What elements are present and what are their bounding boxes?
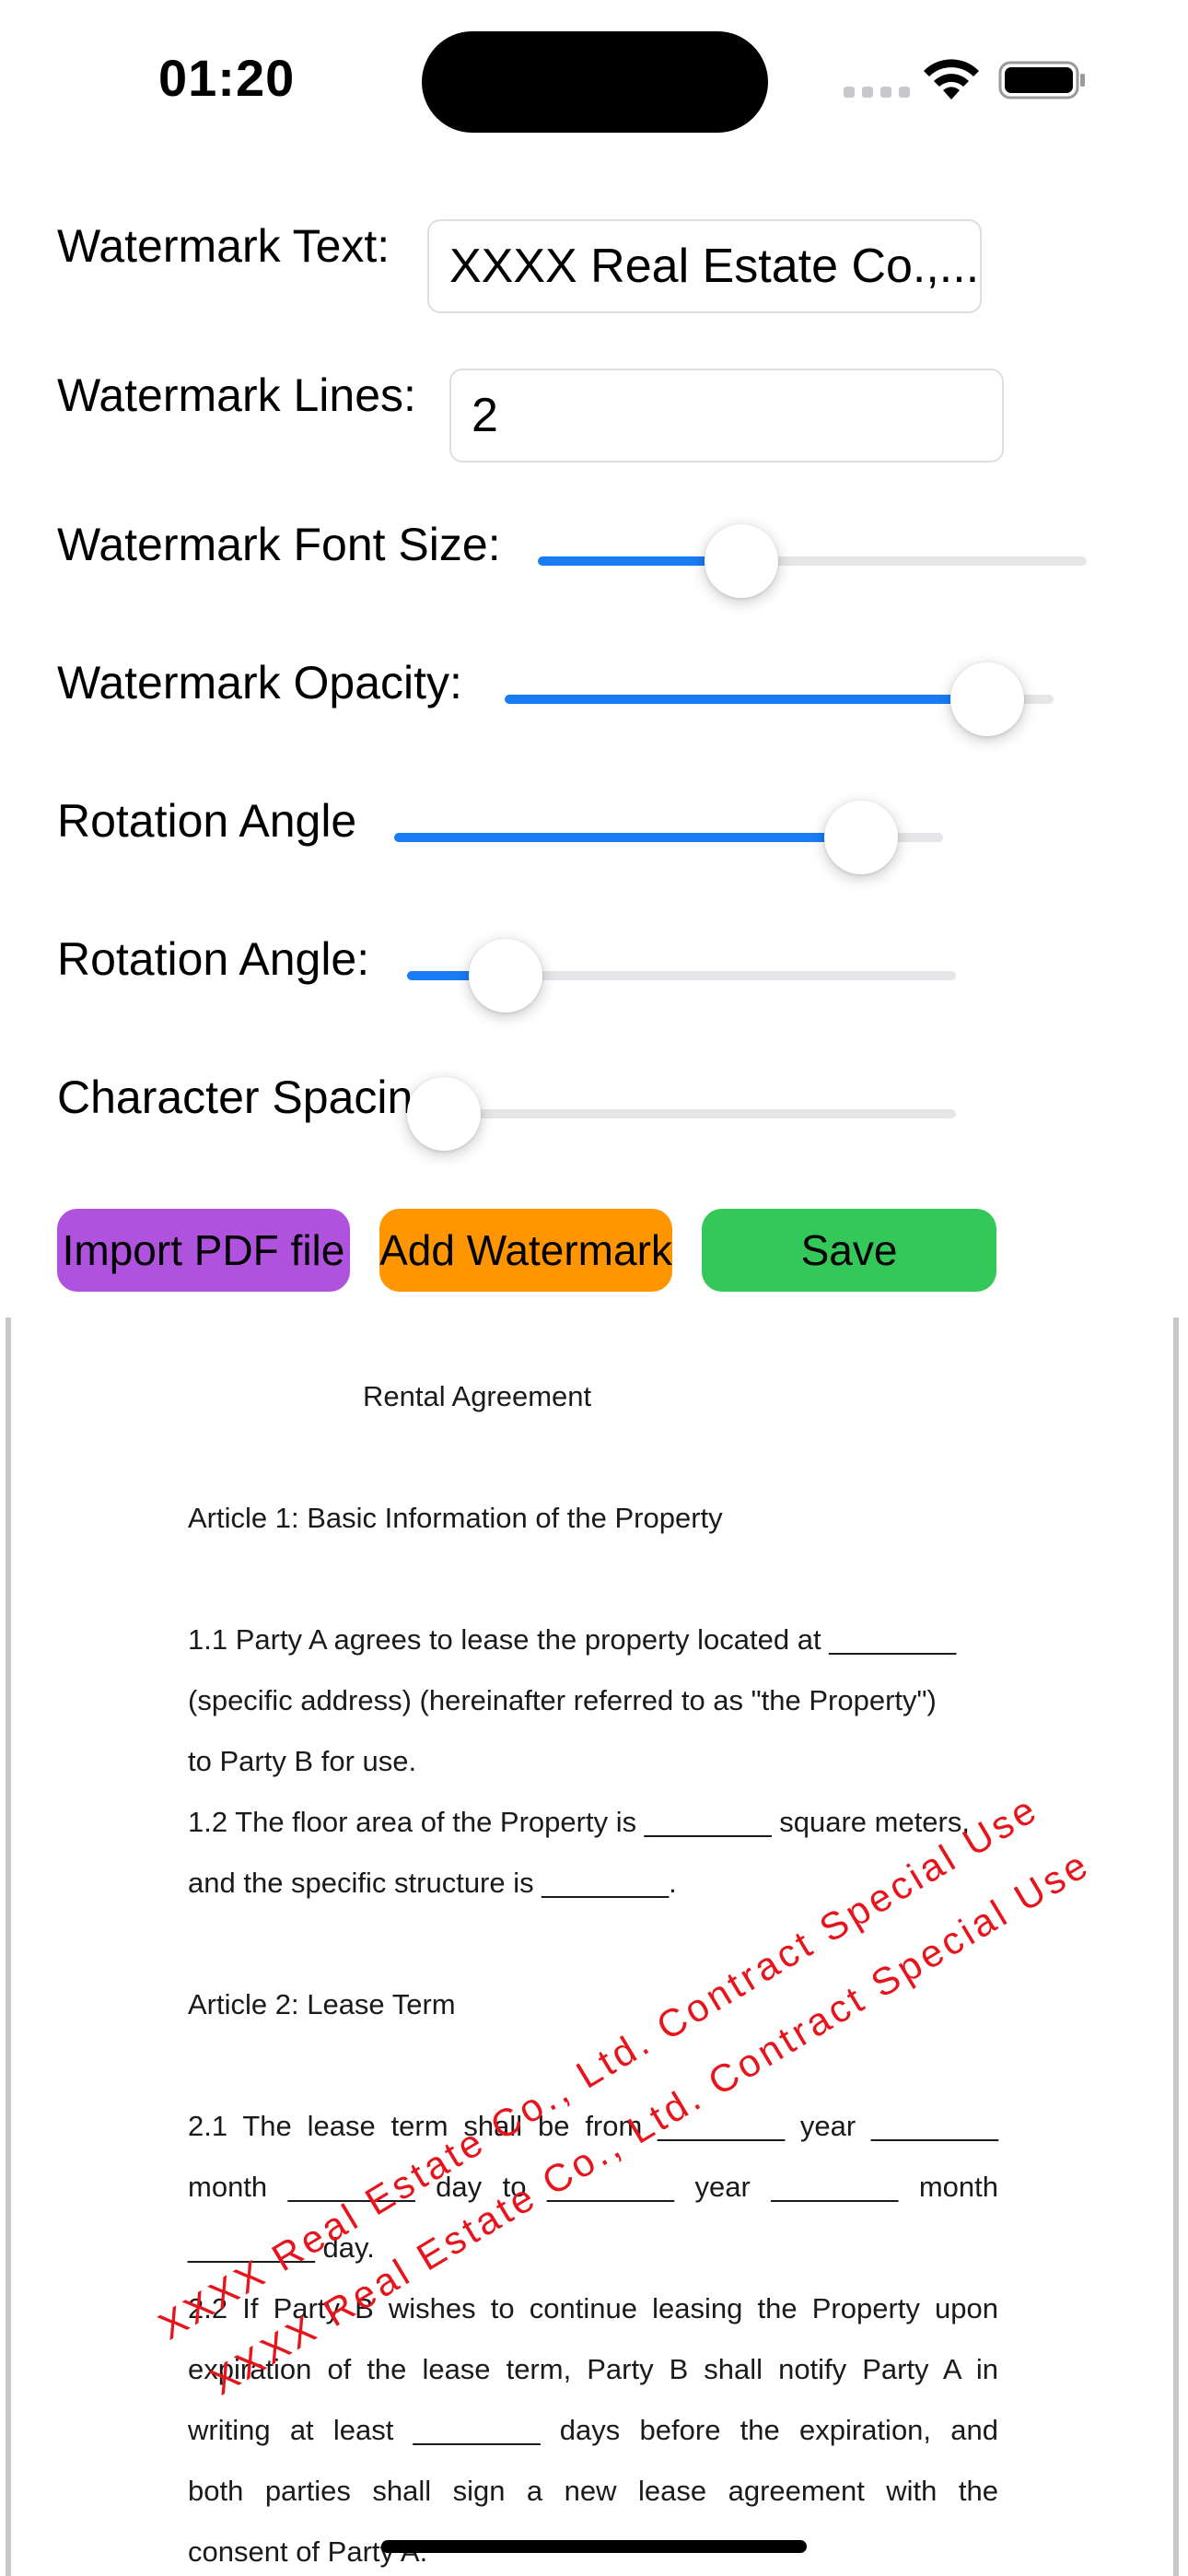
- paragraph-line: writing at least ________ days before th…: [188, 2414, 998, 2446]
- article-1-heading: Article 1: Basic Information of the Prop…: [188, 1502, 723, 1534]
- opacity-slider[interactable]: [505, 662, 1054, 736]
- pdf-view-left-edge: [6, 1317, 11, 2576]
- rotation-angle-slider-thumb[interactable]: [823, 801, 898, 874]
- watermark-lines-input[interactable]: 2: [449, 369, 1004, 463]
- rotation-angle-label: Rotation Angle: [57, 795, 357, 847]
- battery-icon: [998, 61, 1085, 100]
- cellular-signal-icon: [844, 87, 910, 98]
- font-size-slider-thumb[interactable]: [704, 524, 778, 598]
- dynamic-island: [422, 31, 768, 133]
- watermark-lines-value: 2: [472, 389, 498, 442]
- opacity-slider-thumb[interactable]: [950, 662, 1025, 736]
- character-spacing-slider-thumb[interactable]: [407, 1077, 481, 1151]
- document-title: Rental Agreement: [363, 1380, 592, 1412]
- paragraph-line: to Party B for use.: [188, 1745, 417, 1777]
- add-watermark-button-label: Add Watermark: [379, 1226, 672, 1274]
- rotation-angle-2-label: Rotation Angle:: [57, 933, 370, 985]
- rotation-angle-2-slider-thumb[interactable]: [469, 939, 543, 1013]
- character-spacing-slider[interactable]: [407, 1077, 956, 1151]
- character-spacing-label: Character Spacing:: [57, 1071, 452, 1123]
- import-pdf-button-label: Import PDF file: [62, 1226, 345, 1274]
- opacity-slider-fill: [505, 695, 988, 704]
- font-size-label: Watermark Font Size:: [57, 519, 501, 570]
- opacity-label: Watermark Opacity:: [57, 657, 462, 708]
- rotation-angle-slider-fill: [394, 833, 861, 842]
- import-pdf-button[interactable]: Import PDF file: [57, 1209, 350, 1292]
- add-watermark-button[interactable]: Add Watermark: [379, 1209, 672, 1292]
- paragraph-line: expiration of the lease term, Party B sh…: [188, 2353, 998, 2385]
- rotation-angle-slider[interactable]: [394, 801, 943, 874]
- paragraph-line: (specific address) (hereinafter referred…: [188, 1684, 937, 1716]
- wifi-icon: [924, 59, 979, 100]
- watermark-text-label: Watermark Text:: [57, 220, 390, 272]
- save-button-label: Save: [800, 1226, 898, 1274]
- status-time: 01:20: [158, 49, 296, 107]
- pdf-view-right-edge: [1173, 1317, 1179, 2576]
- watermark-text-input[interactable]: XXXX Real Estate Co.,...: [427, 219, 982, 313]
- font-size-slider[interactable]: [538, 524, 1087, 598]
- watermark-text-value: XXXX Real Estate Co.,...: [449, 240, 980, 293]
- save-button[interactable]: Save: [702, 1209, 996, 1292]
- paragraph-line: 1.1 Party A agrees to lease the property…: [188, 1623, 957, 1656]
- watermark-lines-label: Watermark Lines:: [57, 369, 416, 421]
- paragraph-line: 1.2 The floor area of the Property is __…: [188, 1806, 970, 1838]
- rotation-angle-2-slider[interactable]: [407, 939, 956, 1013]
- home-indicator: [381, 2540, 807, 2553]
- paragraph-line: both parties shall sign a new lease agre…: [188, 2475, 998, 2507]
